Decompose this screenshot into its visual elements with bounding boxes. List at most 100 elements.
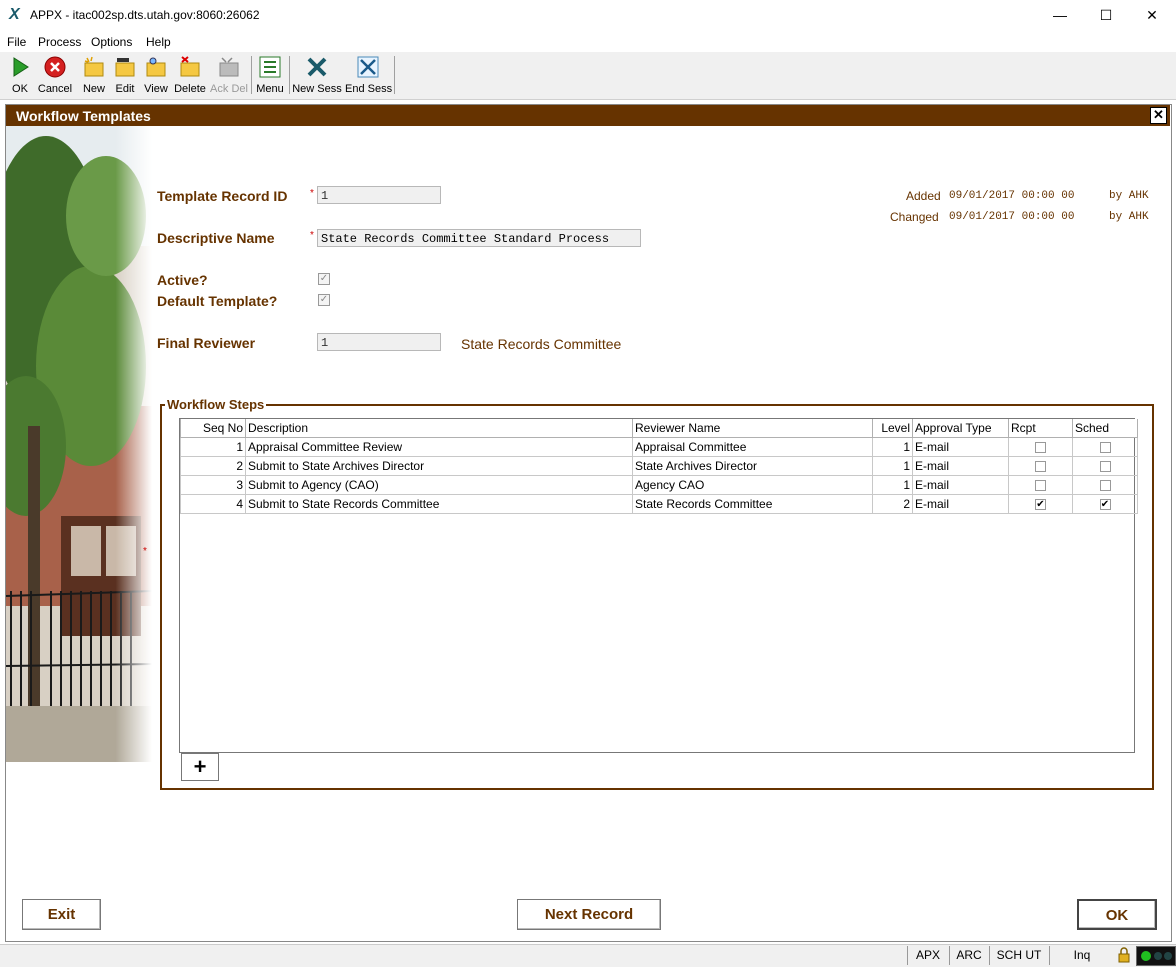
view-toolbar-button[interactable]: View (141, 54, 171, 96)
seq-no-cell[interactable]: 3 (180, 475, 246, 495)
toolbar-separator (251, 56, 252, 94)
exit-button[interactable]: Exit (22, 899, 101, 930)
building-photo (6, 126, 152, 762)
rcpt-cell (1008, 437, 1073, 457)
new-toolbar-button[interactable]: New (80, 54, 108, 96)
ok-icon (13, 57, 29, 77)
level-cell[interactable]: 2 (872, 494, 913, 514)
final-reviewer-field[interactable]: 1 (317, 333, 441, 351)
default-template-checkbox[interactable]: ✓ (318, 294, 330, 306)
rcpt-checkbox[interactable]: ✔ (1035, 499, 1046, 511)
active-checkbox[interactable]: ✓ (318, 273, 330, 285)
sched-cell: ✔ (1072, 494, 1138, 514)
cancel-toolbar-button[interactable]: Cancel (37, 54, 73, 96)
end-session-toolbar-button[interactable]: End Sess (345, 54, 392, 96)
sched-checkbox[interactable]: ✔ (1099, 499, 1111, 511)
col-approval-type[interactable]: Approval Type (912, 419, 1009, 438)
seq-no-cell[interactable]: 2 (180, 456, 246, 476)
close-window-button[interactable]: ✕ (1129, 0, 1175, 31)
menu-icon (259, 56, 281, 78)
added-date: 09/01/2017 00:00 00 (949, 190, 1075, 202)
sched-checkbox[interactable] (1099, 442, 1111, 454)
default-template-label: Default Template? (157, 293, 278, 309)
description-cell[interactable]: Submit to State Records Committee (245, 494, 633, 514)
sched-cell (1072, 437, 1138, 457)
menu-bar (0, 31, 1176, 53)
next-record-button[interactable]: Next Record (517, 899, 661, 930)
approval-type-cell[interactable]: E-mail (912, 437, 1009, 457)
ok-button[interactable]: OK (1077, 899, 1157, 930)
status-apx: APX (907, 946, 948, 965)
toolbar-separator (289, 56, 290, 94)
ok-toolbar-button[interactable]: OK (6, 54, 34, 96)
sched-checkbox[interactable] (1099, 461, 1111, 473)
approval-type-cell[interactable]: E-mail (912, 456, 1009, 476)
toolbar-separator (394, 56, 395, 94)
ack-del-icon (219, 57, 239, 77)
col-seq-no[interactable]: Seq No (180, 419, 246, 438)
sched-cell (1072, 456, 1138, 476)
changed-by: by AHK (1109, 211, 1149, 223)
edit-icon (115, 58, 135, 77)
rcpt-checkbox[interactable] (1035, 480, 1046, 492)
table-row[interactable]: 1 Appraisal Committee Review Appraisal Com… (180, 437, 1138, 457)
rcpt-cell: ✔ (1008, 494, 1073, 514)
window-title: APPX - itac002sp.dts.utah.gov:8060:26062 (30, 8, 260, 22)
level-cell[interactable]: 1 (872, 475, 913, 495)
seq-no-cell[interactable]: 4 (180, 494, 246, 514)
description-cell[interactable]: Appraisal Committee Review (245, 437, 633, 457)
col-rcpt[interactable]: Rcpt (1008, 419, 1073, 438)
col-description[interactable]: Description (245, 419, 633, 438)
table-row[interactable]: 2 Submit to State Archives Director State … (180, 456, 1138, 476)
menu-file[interactable]: File (7, 35, 26, 49)
ack-del-toolbar-button[interactable]: Ack Del (210, 54, 248, 96)
reviewer-name-cell[interactable]: Appraisal Committee (632, 437, 873, 457)
workflow-steps-legend: Workflow Steps (165, 397, 267, 412)
final-reviewer-label: Final Reviewer (157, 335, 256, 351)
reviewer-name-cell[interactable]: State Archives Director (632, 456, 873, 476)
rcpt-checkbox[interactable] (1035, 442, 1046, 454)
template-id-field[interactable]: 1 (317, 186, 441, 204)
approval-type-cell[interactable]: E-mail (912, 494, 1009, 514)
description-cell[interactable]: Submit to State Archives Director (245, 456, 633, 476)
menu-options[interactable]: Options (91, 35, 132, 49)
minimize-button[interactable]: — (1037, 0, 1083, 31)
status-sch: SCH UT (989, 946, 1048, 965)
rcpt-checkbox[interactable] (1035, 461, 1046, 473)
edit-toolbar-button[interactable]: Edit (111, 54, 139, 96)
table-row[interactable]: 3 Submit to Agency (CAO) Agency CAO 1 E-mail (180, 475, 1138, 495)
add-row-button[interactable]: + (181, 753, 219, 781)
table-row[interactable]: 4 Submit to State Records Committee State … (180, 494, 1138, 514)
added-label: Added (906, 189, 941, 203)
col-level[interactable]: Level (872, 419, 913, 438)
menu-process[interactable]: Process (38, 35, 81, 49)
form-close-button[interactable]: ✕ (1150, 107, 1167, 124)
changed-label: Changed (890, 210, 939, 224)
level-cell[interactable]: 1 (872, 456, 913, 476)
delete-icon (180, 56, 200, 77)
level-cell[interactable]: 1 (872, 437, 913, 457)
descriptive-name-field[interactable]: State Records Committee Standard Process (317, 229, 641, 247)
reviewer-name-cell[interactable]: State Records Committee (632, 494, 873, 514)
col-reviewer-name[interactable]: Reviewer Name (632, 419, 873, 438)
col-sched[interactable]: Sched (1072, 419, 1138, 438)
appx-logo-icon: X (9, 6, 20, 23)
seq-no-cell[interactable]: 1 (180, 437, 246, 457)
approval-type-cell[interactable]: E-mail (912, 475, 1009, 495)
menu-toolbar-button[interactable]: Menu (254, 54, 286, 96)
maximize-button[interactable]: ☐ (1083, 0, 1129, 31)
required-marker: * (310, 230, 314, 241)
lock-icon (1117, 947, 1131, 963)
reviewer-name-cell[interactable]: Agency CAO (632, 475, 873, 495)
menu-help[interactable]: Help (146, 35, 171, 49)
active-label: Active? (157, 272, 208, 288)
sched-checkbox[interactable] (1099, 480, 1111, 492)
template-id-label: Template Record ID (157, 188, 288, 204)
delete-toolbar-button[interactable]: Delete (173, 54, 207, 96)
new-icon (84, 56, 104, 77)
activity-indicator-icon (1136, 946, 1176, 966)
added-by: by AHK (1109, 190, 1149, 202)
description-cell[interactable]: Submit to Agency (CAO) (245, 475, 633, 495)
table-header-row: Seq No Description Reviewer Name Level A… (180, 419, 1138, 438)
new-session-toolbar-button[interactable]: New Sess (292, 54, 342, 96)
